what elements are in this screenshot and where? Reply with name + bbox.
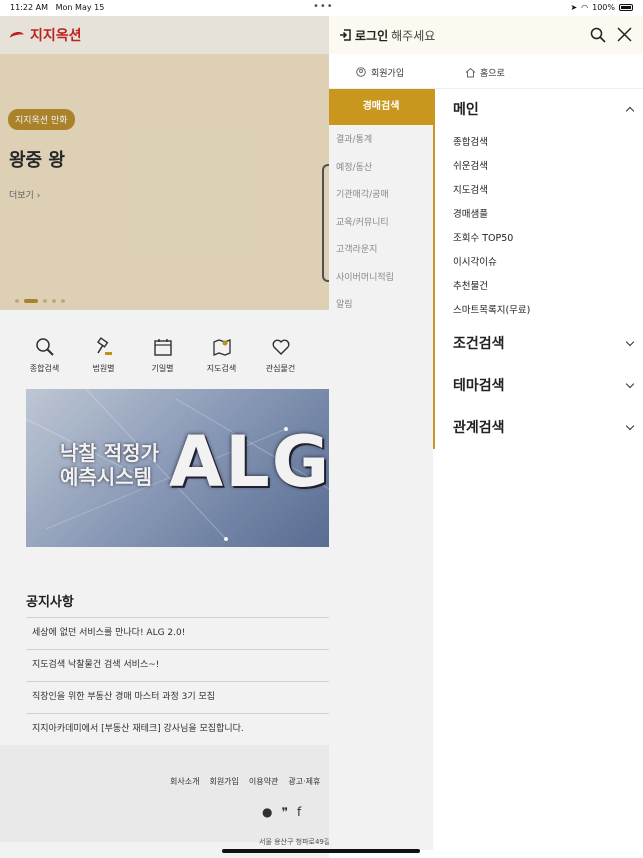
search-icon[interactable] bbox=[590, 27, 606, 47]
chevron-up-icon bbox=[625, 106, 635, 116]
left-menu-item-public-sale[interactable]: 기관매각/공매 bbox=[329, 182, 433, 210]
drawer-left-menu: 경매검색 결과/통계 예정/동산 기관매각/공매 교육/커뮤니티 고객라운지 사… bbox=[329, 89, 433, 850]
submenu-item[interactable]: 스마트목록지(무료) bbox=[435, 299, 643, 323]
home-icon bbox=[465, 67, 476, 78]
category-relation: 관계검색 bbox=[435, 407, 643, 449]
submenu-item[interactable]: 지도검색 bbox=[435, 179, 643, 203]
left-menu-item-results[interactable]: 결과/통계 bbox=[329, 127, 433, 155]
chevron-down-icon bbox=[625, 421, 635, 431]
status-bar: 11:22 AM Mon May 15 ••• ➤ ◠ 100% bbox=[0, 0, 643, 16]
submenu-item[interactable]: 조회수 TOP50 bbox=[435, 227, 643, 251]
category-main: 메인 종합검색 쉬운검색 지도검색 경매샘플 조회수 TOP50 이시각이슈 추… bbox=[435, 89, 643, 323]
submenu-item[interactable]: 종합검색 bbox=[435, 131, 643, 155]
login-icon bbox=[340, 29, 351, 41]
category-theme: 테마검색 bbox=[435, 365, 643, 407]
drawer-right-menu: 메인 종합검색 쉬운검색 지도검색 경매샘플 조회수 TOP50 이시각이슈 추… bbox=[433, 89, 643, 449]
battery-percent: 100% bbox=[592, 3, 615, 12]
left-menu-item-auction-search[interactable]: 경매검색 bbox=[329, 89, 433, 125]
submenu-item[interactable]: 경매샘플 bbox=[435, 203, 643, 227]
battery-icon bbox=[619, 4, 633, 11]
chevron-down-icon bbox=[625, 379, 635, 389]
left-menu-item-education[interactable]: 교육/커뮤니티 bbox=[329, 210, 433, 238]
multitasking-dots[interactable]: ••• bbox=[313, 1, 334, 12]
submenu-item[interactable]: 쉬운검색 bbox=[435, 155, 643, 179]
side-drawer: 로그인 해주세요 회원가입 홈으로 경매검색 결과/통계 예정/동산 기관매각/공… bbox=[329, 16, 643, 850]
left-menu-item-lounge[interactable]: 고객라운지 bbox=[329, 237, 433, 265]
home-indicator[interactable] bbox=[222, 849, 420, 853]
drawer-subnav: 회원가입 홈으로 bbox=[329, 54, 643, 89]
left-menu-item-cybermoney[interactable]: 사이버머니적립 bbox=[329, 265, 433, 293]
submenu-item[interactable]: 추천물건 bbox=[435, 275, 643, 299]
user-plus-icon bbox=[356, 67, 366, 77]
category-condition: 조건검색 bbox=[435, 323, 643, 365]
category-title[interactable]: 테마검색 bbox=[435, 365, 643, 407]
drawer-header: 로그인 해주세요 bbox=[329, 16, 643, 54]
status-right: ➤ ◠ 100% bbox=[570, 3, 633, 12]
home-link[interactable]: 홈으로 bbox=[465, 66, 505, 79]
join-link[interactable]: 회원가입 bbox=[356, 66, 404, 79]
category-title[interactable]: 조건검색 bbox=[435, 323, 643, 365]
submenu-item[interactable]: 이시각이슈 bbox=[435, 251, 643, 275]
location-icon: ➤ bbox=[570, 3, 578, 12]
drawer-body: 경매검색 결과/통계 예정/동산 기관매각/공매 교육/커뮤니티 고객라운지 사… bbox=[329, 89, 643, 850]
category-title[interactable]: 메인 bbox=[435, 89, 643, 131]
status-time: 11:22 AM Mon May 15 bbox=[10, 3, 105, 12]
drawer-overlay[interactable] bbox=[0, 16, 329, 858]
category-title[interactable]: 관계검색 bbox=[435, 407, 643, 449]
chevron-down-icon bbox=[625, 337, 635, 347]
left-menu-item-scheduled[interactable]: 예정/동산 bbox=[329, 155, 433, 183]
login-link[interactable]: 로그인 해주세요 bbox=[339, 27, 435, 44]
wifi-icon: ◠ bbox=[581, 3, 589, 12]
left-menu-item-notifications[interactable]: 알림 bbox=[329, 292, 433, 320]
close-icon[interactable] bbox=[617, 27, 632, 46]
